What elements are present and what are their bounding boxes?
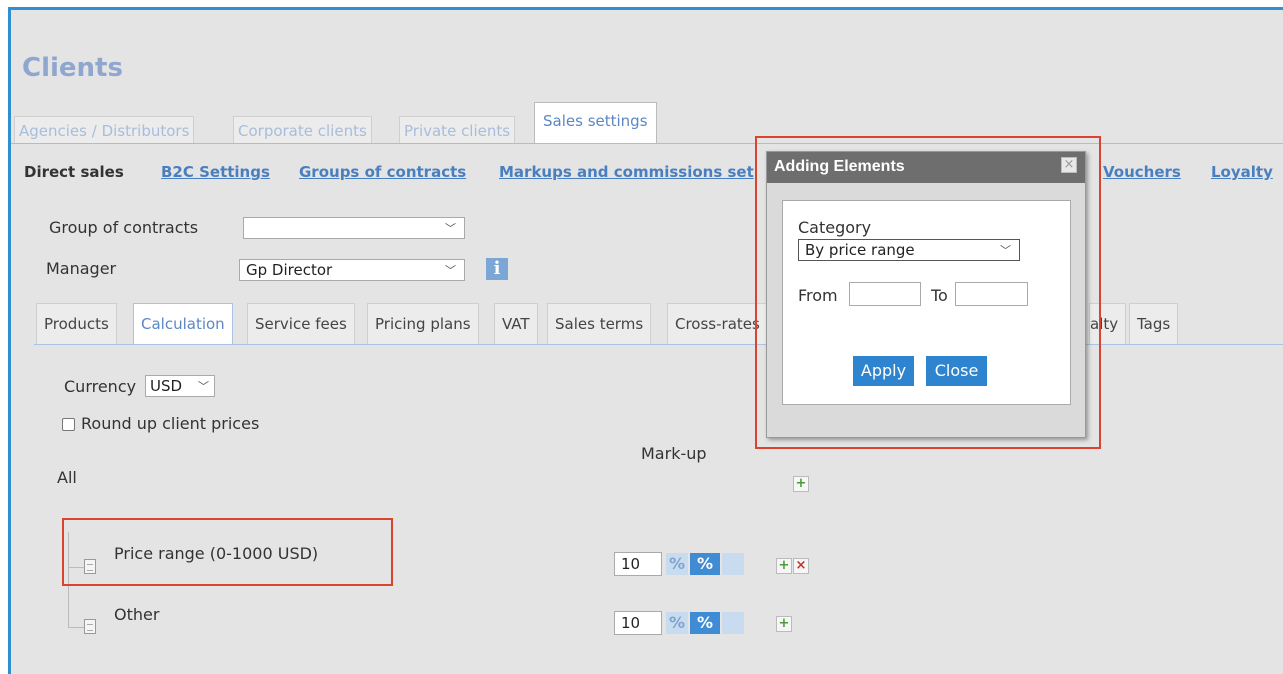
percent-on-icon[interactable]: % [690,612,720,634]
chevron-down-icon: ﹀ [445,222,456,235]
tab-sales-terms[interactable]: Sales terms [547,303,652,345]
subnav-loyalty[interactable]: Loyalty [1211,163,1273,181]
other-markup-input[interactable]: 10 [614,611,662,635]
tab-sales-settings[interactable]: Sales settings [534,102,657,144]
currency-value: USD [150,377,183,395]
tab-private[interactable]: Private clients [399,116,516,144]
tab-service-fees[interactable]: Service fees [247,303,355,345]
subnav-groups-of-contracts[interactable]: Groups of contracts [299,163,466,181]
delete-row-icon[interactable]: × [793,558,809,574]
tab-agencies[interactable]: Agencies / Distributors [14,116,195,144]
subnav-vouchers[interactable]: Vouchers [1103,163,1181,181]
tab-pricing-plans[interactable]: Pricing plans [367,303,479,345]
currency-label: Currency [64,377,137,396]
tab-vat[interactable]: VAT [494,303,538,345]
percent-toggle[interactable]: % % [666,612,746,634]
percent-on-icon[interactable]: % [690,553,720,575]
document-icon [84,619,96,634]
highlight-price-range [62,518,393,586]
currency-select[interactable]: USD ﹀ [145,375,215,397]
add-all-icon[interactable]: + [793,476,809,492]
all-label: All [57,468,77,487]
subnav-markups[interactable]: Markups and commissions set [499,163,754,181]
tab-products[interactable]: Products [36,303,117,345]
manager-value: Gp Director [246,261,333,279]
fixed-amount-icon[interactable] [722,612,744,634]
percent-off-icon[interactable]: % [666,612,688,634]
manager-label: Manager [46,259,117,278]
page-title: Clients [22,53,123,83]
chevron-down-icon: ﹀ [198,380,209,393]
other-label: Other [114,605,160,624]
tab-calculation[interactable]: Calculation [133,303,233,345]
info-icon[interactable]: i [486,258,508,280]
manager-select[interactable]: Gp Director ﹀ [239,259,465,281]
subnav-b2c-settings[interactable]: B2C Settings [161,163,270,181]
tab-corporate[interactable]: Corporate clients [233,116,372,144]
add-row-icon[interactable]: + [776,616,792,632]
highlight-dialog [755,136,1101,449]
subnav-direct-sales[interactable]: Direct sales [24,163,124,181]
percent-off-icon[interactable]: % [666,553,688,575]
group-of-contracts-label: Group of contracts [49,218,199,237]
price-range-markup-input[interactable]: 10 [614,552,662,576]
percent-toggle[interactable]: % % [666,553,746,575]
group-of-contracts-select[interactable]: ﹀ [243,217,465,239]
round-up-label: Round up client prices [81,414,260,433]
add-row-icon[interactable]: + [776,558,792,574]
tab-tags[interactable]: Tags [1129,303,1179,345]
chevron-down-icon: ﹀ [445,264,456,277]
markup-header: Mark-up [641,444,707,463]
round-up-checkbox[interactable] [62,418,75,431]
fixed-amount-icon[interactable] [722,553,744,575]
tree-connector [68,627,84,628]
